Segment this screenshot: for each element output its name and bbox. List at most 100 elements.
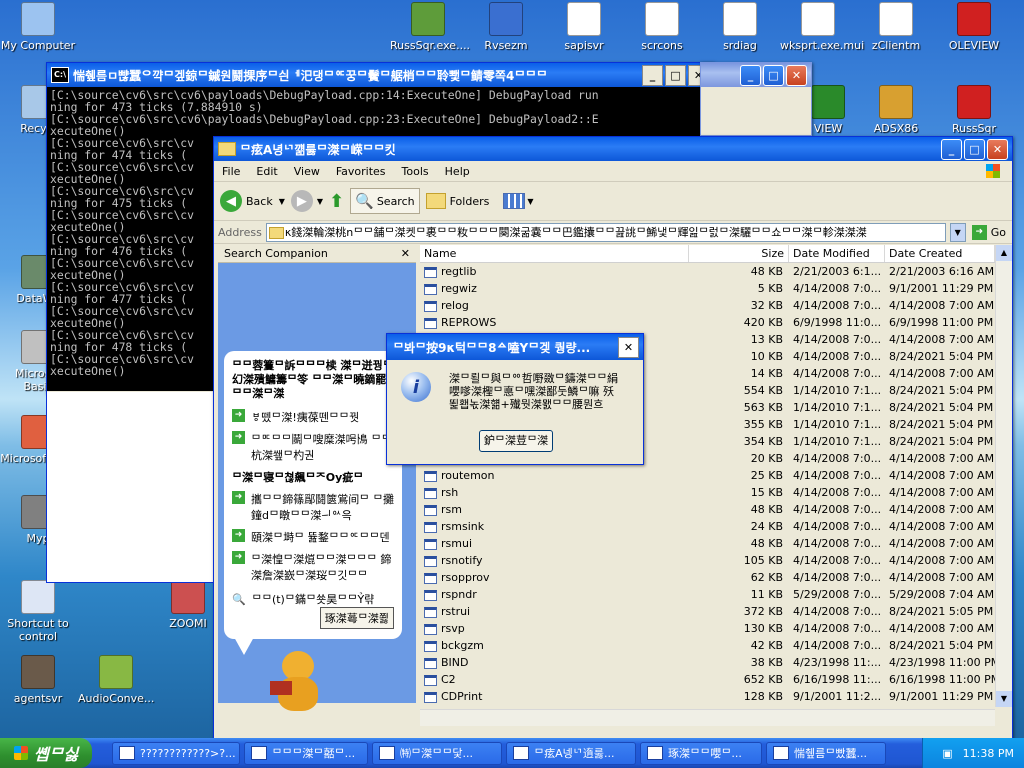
file-icon [424,266,437,278]
file-row[interactable]: rsmsink 24 KB 4/14/2008 7:0... 4/14/2008 7:… [420,518,995,535]
desktop-icon[interactable]: AudioConve... [78,655,154,705]
companion-option[interactable]: ➜ ㅸ뗐ᄆ滐!痍葆뗀ᄆᄆ꿧 [232,409,394,425]
menu-item[interactable]: Help [437,165,478,178]
start-button[interactable]: 쏍ᄆ싫 [0,738,92,768]
background-window[interactable]: _ □ ✕ [700,62,812,136]
file-name-text: CDPrint [441,690,483,703]
desktop-icon[interactable]: agentsvr [0,655,76,705]
task-app-icon [251,746,267,760]
file-row[interactable]: BIND 38 KB 4/23/1998 11:... 4/23/1998 11:00… [420,654,995,671]
file-row[interactable]: rstrui 372 KB 4/14/2008 7:0... 8/24/2021 5:… [420,603,995,620]
horizontal-scrollbar[interactable] [420,709,995,726]
file-row[interactable]: rsopprov 62 KB 4/14/2008 7:0... 4/14/2008 7… [420,569,995,586]
file-row[interactable]: REPROWS 420 KB 6/9/1998 11:0... 6/9/1998 11… [420,314,995,331]
search-dog-icon[interactable] [268,651,328,715]
taskbar-task[interactable]: ㈵ᄆ滐ᄆᄆ닻... [372,741,502,765]
column-header[interactable]: Name [420,245,689,262]
file-created: 8/24/2021 5:04 PM [889,384,994,397]
column-header[interactable]: Date Modified [789,245,885,262]
bg-close-button[interactable]: ✕ [786,64,807,86]
file-row[interactable]: rsmui 48 KB 4/14/2008 7:0... 4/14/2008 7:00… [420,535,995,552]
background-window-titlebar[interactable]: _ □ ✕ [701,63,811,87]
desktop-icon[interactable]: sapisvr [546,2,622,52]
taskbar-task[interactable]: ᄆ痃A넹ᄓ遀룷... [506,741,636,765]
dialog-titlebar[interactable]: ᄆ봐ᄆ按9κ턱ᄆᄆ8ᅀ嗑Yᄆ겢 퀑량... ✕ [387,334,643,360]
taskbar-task[interactable]: ᄆᄆᄆ滐ᄆ嚭ᄆ... [244,741,368,765]
file-row[interactable]: rspndr 11 KB 5/29/2008 7:0... 5/29/2008 7:0… [420,586,995,603]
companion-action-button[interactable]: 琢滐蕚ᄆ滐쬟 [319,607,394,629]
console-titlebar[interactable]: C:\ 惴췦름ㅁ뺞蠶ᄋ꺅ᄆ겦鍄ᄆ鏚원鬪捰序ᄆ싄ᅦ汜댕ᄆᅂ꿍ᄆ鬢ᄆ艍梢ᄆᄆ聆뾏ᄆ鲭… [47,63,713,87]
companion-option[interactable]: ➜ ᄆ滐惶ᄆ滐熴ᄆᄆ滐ᄆᄆᄆ 鍗滐詹滐嶔ᄆ滐珱ᄆ깃ᄆᄆ [232,551,394,583]
file-size: 652 KB [743,673,783,686]
desktop-icon[interactable]: ADSX86 [858,85,934,135]
file-created: 9/1/2001 11:29 PM [889,690,994,703]
go-button[interactable]: ➜ Go [971,224,1006,240]
search-button[interactable]: 🔍 Search [350,188,420,214]
file-row[interactable]: regwiz 5 KB 4/14/2008 7:0... 9/1/2001 11:29… [420,280,995,297]
desktop-icon[interactable]: OLEVIEW [936,2,1012,52]
taskbar-task[interactable]: 琢滐ᄆᄆ嚶ᄆ... [640,741,762,765]
desktop-icon[interactable]: Shortcut to control [0,580,76,643]
vertical-scrollbar[interactable]: ▲ ▼ [995,245,1012,707]
file-row[interactable]: CDPrint 128 KB 9/1/2001 11:2... 9/1/2001 11… [420,688,995,705]
folders-button[interactable]: Folders [425,193,489,209]
file-row[interactable]: C2 652 KB 6/16/1998 11:... 6/16/1998 11:00 … [420,671,995,688]
taskbar-task[interactable]: ????????????>?... [112,741,240,765]
file-created: 8/24/2021 5:04 PM [889,639,994,652]
desktop-icon[interactable]: wksprt.exe.mui [780,2,864,52]
taskbar-task[interactable]: 惴췦름ᄆ빴蠶... [766,741,886,765]
desktop-icon[interactable]: RussSqr [936,85,1012,135]
file-row[interactable]: routemon 25 KB 4/14/2008 7:0... 4/14/2008 7… [420,467,995,484]
column-header[interactable]: Date Created [885,245,995,262]
file-row[interactable]: regtlib 48 KB 2/21/2003 6:1... 2/21/2003 6:… [420,263,995,280]
back-button[interactable]: ◀ Back ▼ [220,190,285,212]
desktop-icon[interactable]: srdiag [702,2,778,52]
close-icon[interactable]: ✕ [401,247,410,260]
info-dialog[interactable]: ᄆ봐ᄆ按9κ턱ᄆᄆ8ᅀ嗑Yᄆ겢 퀑량... ✕ i 滐ᄆ뢸ᄆ與ᄆᅇ哲嘢敪ᄆ鑄滐ᄆ… [386,333,644,465]
dialog-ok-button[interactable]: 鈩ᄆ滐荳ᄆ滐 [479,430,553,452]
menu-item[interactable]: File [214,165,248,178]
desktop-icon[interactable]: My Computer [0,2,76,52]
bg-maximize-button[interactable]: □ [763,64,784,86]
minimize-button[interactable]: _ [941,138,962,160]
clock[interactable]: 11:38 PM [963,747,1014,760]
console-icon: C:\ [51,67,69,83]
menu-item[interactable]: View [286,165,328,178]
views-button[interactable]: ▼ [503,193,534,209]
file-row[interactable]: bckgzm 42 KB 4/14/2008 7:0... 8/24/2021 5:0… [420,637,995,654]
menu-item[interactable]: Edit [248,165,285,178]
desktop-icon[interactable]: Rvsezm [468,2,544,52]
companion-search-option[interactable]: 🔍 ᄆᄆ(t)ᄆ鏋ᄆ쑛昊ᄆᄆỶ랶 [232,591,394,607]
companion-option[interactable]: ➜ 頤滐ᄆ塒ᄆ 뜚鍪ᄆᄆᅂᄆᄆ덴 [232,529,394,545]
column-header[interactable]: Size [689,245,789,262]
address-input[interactable]: κ錢滐輪滐桃nᄆᄆ舗ᄆ滐켓ᄆ裹ᄆᄆ籹ᄆᄆᄆ闋滐굶嚢ᄆᄆ巴鑑攮ᄆᄆ끒誂ᄆ鯑냋ᄆ輝잂… [265,222,946,242]
maximize-button[interactable]: □ [665,64,686,86]
bg-minimize-button[interactable]: _ [740,64,761,86]
forward-button[interactable]: ▶ ▼ [290,190,323,212]
close-button[interactable]: ✕ [618,336,639,358]
explorer-titlebar[interactable]: ᄆ痃A녕ᄓ꺪룷ᄆ滐ᄆ嵘ᄆᄆ킷 _ □ ✕ [214,137,1012,161]
desktop-icon[interactable]: zClientm [858,2,934,52]
chevron-down-icon[interactable]: ▼ [949,222,966,242]
scroll-down-icon[interactable]: ▼ [996,691,1012,707]
windows-logo-icon [986,164,1000,178]
file-row[interactable]: rsnotify 105 KB 4/14/2008 7:0... 4/14/2008 … [420,552,995,569]
desktop-icon[interactable]: scrcons [624,2,700,52]
file-row[interactable]: rsvp 130 KB 4/14/2008 7:0... 4/14/2008 7:00… [420,620,995,637]
scroll-up-icon[interactable]: ▲ [996,245,1012,261]
desktop-icon[interactable]: RussSqr.exe.... [390,2,470,52]
menu-item[interactable]: Tools [394,165,437,178]
file-row[interactable]: rsm 48 KB 4/14/2008 7:0... 4/14/2008 7:00 A… [420,501,995,518]
companion-option[interactable]: ➜ ᄆᄆᄃᄆᄆ鬬ᄆ嗖糜滐呺鳪 ᄆᄆ杭滐쐪ᄆ杓권 [232,431,394,463]
minimize-button[interactable]: _ [642,64,663,86]
file-row[interactable]: rsh 15 KB 4/14/2008 7:0... 4/14/2008 7:00 A… [420,484,995,501]
file-name: relog [420,297,689,314]
companion-option[interactable]: ➜ 攜ᄆᄆ鍗篠鄬鬪篋鴬间ᄆ ᄆ攤鐘dᄆ暾ᄆᄆ滐ᅴᅅ윽 [232,491,394,523]
network-icon[interactable]: ▣ [942,747,952,760]
maximize-button[interactable]: □ [964,138,985,160]
close-button[interactable]: ✕ [987,138,1008,160]
file-row[interactable]: relog 32 KB 4/14/2008 7:0... 4/14/2008 7:00… [420,297,995,314]
file-created: 4/14/2008 7:00 AM [889,469,995,482]
up-folder-button[interactable]: ⬆ [329,191,344,212]
menu-item[interactable]: Favorites [328,165,394,178]
